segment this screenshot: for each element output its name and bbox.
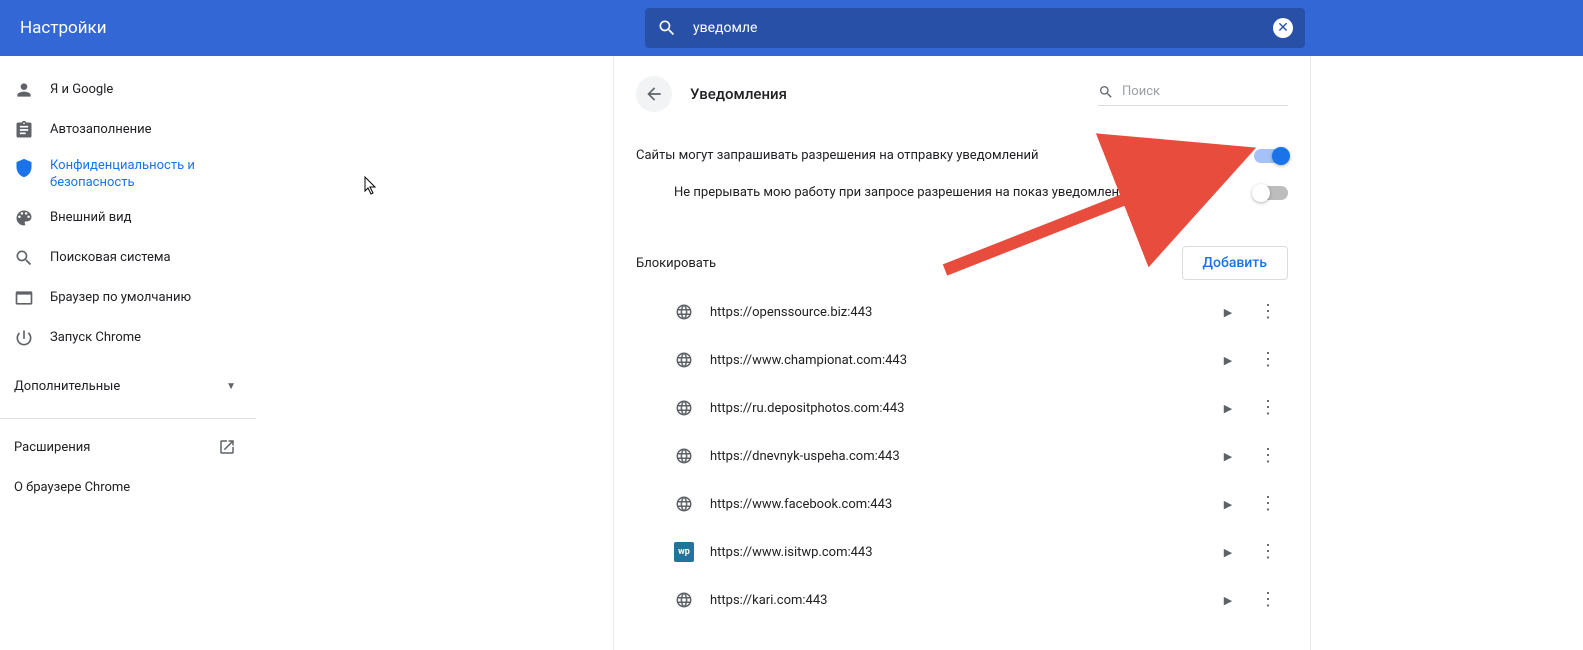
site-row[interactable]: https://openssource.biz:443▶⋮	[636, 288, 1288, 336]
chevron-down-icon: ▼	[226, 381, 236, 392]
more-icon[interactable]: ⋮	[1248, 399, 1288, 417]
chevron-right-icon[interactable]: ▶	[1208, 402, 1248, 415]
clipboard-icon	[14, 120, 50, 140]
sidebar-item-label: Дополнительные	[14, 379, 120, 394]
chevron-right-icon[interactable]: ▶	[1208, 594, 1248, 607]
palette-icon	[14, 208, 50, 228]
setting-quieter-messaging: Не прерывать мою работу при запросе разр…	[636, 185, 1288, 218]
sidebar-about-chrome[interactable]: О браузере Chrome	[0, 467, 256, 507]
power-icon	[14, 328, 50, 348]
site-url: https://dnevnyk-uspeha.com:443	[710, 449, 1208, 464]
block-section-header: Блокировать Добавить	[636, 218, 1288, 288]
content-area: Уведомления Сайты могут запрашивать разр…	[256, 56, 1583, 650]
chevron-right-icon[interactable]: ▶	[1208, 498, 1248, 511]
open-in-new-icon	[218, 438, 236, 456]
sidebar-item-label: Поисковая система	[50, 250, 171, 267]
site-row[interactable]: https://www.facebook.com:443▶⋮	[636, 480, 1288, 528]
page-header: Уведомления	[636, 76, 1288, 112]
setting-label: Не прерывать мою работу при запросе разр…	[674, 185, 1254, 200]
chevron-right-icon[interactable]: ▶	[1208, 546, 1248, 559]
sidebar-item-privacy-security[interactable]: Конфиденциальность и безопасность	[0, 150, 256, 198]
blocked-sites-list: https://openssource.biz:443▶⋮https://www…	[636, 288, 1288, 624]
search-icon	[1098, 83, 1114, 101]
sidebar-item-label: О браузере Chrome	[14, 480, 130, 495]
page-search-box[interactable]	[1098, 83, 1288, 106]
shield-icon	[14, 158, 50, 178]
header-search-input[interactable]	[693, 20, 1273, 36]
globe-icon	[674, 350, 694, 370]
sidebar-item-appearance[interactable]: Внешний вид	[0, 198, 256, 238]
page-title: Уведомления	[690, 85, 1098, 103]
section-title: Блокировать	[636, 256, 716, 271]
app-header: Настройки ✕	[0, 0, 1583, 56]
sidebar: Я и Google Автозаполнение Конфиденциальн…	[0, 56, 256, 650]
sidebar-item-default-browser[interactable]: Браузер по умолчанию	[0, 278, 256, 318]
site-url: https://kari.com:443	[710, 593, 1208, 608]
toggle-sites-can-ask[interactable]	[1254, 149, 1288, 163]
site-url: https://www.facebook.com:443	[710, 497, 1208, 512]
site-url: https://openssource.biz:443	[710, 305, 1208, 320]
person-icon	[14, 80, 50, 100]
site-row[interactable]: wp https://www.isitwp.com:443▶⋮	[636, 528, 1288, 576]
sidebar-item-label: Запуск Chrome	[50, 330, 141, 347]
chevron-right-icon[interactable]: ▶	[1208, 450, 1248, 463]
sidebar-item-label: Браузер по умолчанию	[50, 290, 191, 307]
app-title: Настройки	[20, 18, 107, 38]
close-icon[interactable]: ✕	[1273, 18, 1293, 38]
back-button[interactable]	[636, 76, 672, 112]
sidebar-item-label: Расширения	[14, 440, 90, 455]
site-row[interactable]: https://kari.com:443▶⋮	[636, 576, 1288, 624]
site-row[interactable]: https://dnevnyk-uspeha.com:443▶⋮	[636, 432, 1288, 480]
more-icon[interactable]: ⋮	[1248, 303, 1288, 321]
site-row[interactable]: https://ru.depositphotos.com:443▶⋮	[636, 384, 1288, 432]
sidebar-item-label: Конфиденциальность и безопасность	[50, 158, 236, 192]
sidebar-item-label: Я и Google	[50, 82, 113, 99]
sidebar-item-autofill[interactable]: Автозаполнение	[0, 110, 256, 150]
browser-icon	[14, 288, 50, 308]
search-icon	[14, 248, 50, 268]
content-card: Уведомления Сайты могут запрашивать разр…	[614, 56, 1310, 650]
more-icon[interactable]: ⋮	[1248, 351, 1288, 369]
globe-icon	[674, 446, 694, 466]
sidebar-item-label: Автозаполнение	[50, 122, 152, 139]
more-icon[interactable]: ⋮	[1248, 495, 1288, 513]
more-icon[interactable]: ⋮	[1248, 543, 1288, 561]
arrow-left-icon	[644, 84, 664, 104]
sidebar-item-on-startup[interactable]: Запуск Chrome	[0, 318, 256, 358]
site-url: https://www.championat.com:443	[710, 353, 1208, 368]
wp-icon: wp	[674, 542, 694, 562]
more-icon[interactable]: ⋮	[1248, 591, 1288, 609]
globe-icon	[674, 302, 694, 322]
sidebar-advanced[interactable]: Дополнительные ▼	[0, 366, 256, 406]
add-button[interactable]: Добавить	[1182, 246, 1288, 280]
setting-label: Сайты могут запрашивать разрешения на от…	[636, 148, 1254, 163]
chevron-right-icon[interactable]: ▶	[1208, 354, 1248, 367]
globe-icon	[674, 398, 694, 418]
site-url: https://www.isitwp.com:443	[710, 545, 1208, 560]
site-row[interactable]: https://www.championat.com:443▶⋮	[636, 336, 1288, 384]
more-icon[interactable]: ⋮	[1248, 447, 1288, 465]
header-search-box[interactable]: ✕	[645, 8, 1305, 48]
sidebar-item-label: Внешний вид	[50, 210, 132, 227]
divider	[0, 418, 256, 419]
sidebar-item-search-engine[interactable]: Поисковая система	[0, 238, 256, 278]
site-url: https://ru.depositphotos.com:443	[710, 401, 1208, 416]
setting-sites-can-ask: Сайты могут запрашивать разрешения на от…	[636, 148, 1288, 185]
chevron-right-icon[interactable]: ▶	[1208, 306, 1248, 319]
page-search-input[interactable]	[1122, 84, 1288, 99]
toggle-quieter-messaging[interactable]	[1254, 186, 1288, 200]
globe-icon	[674, 590, 694, 610]
sidebar-extensions[interactable]: Расширения	[0, 427, 256, 467]
globe-icon	[674, 494, 694, 514]
search-icon	[657, 18, 677, 38]
sidebar-item-you-and-google[interactable]: Я и Google	[0, 70, 256, 110]
